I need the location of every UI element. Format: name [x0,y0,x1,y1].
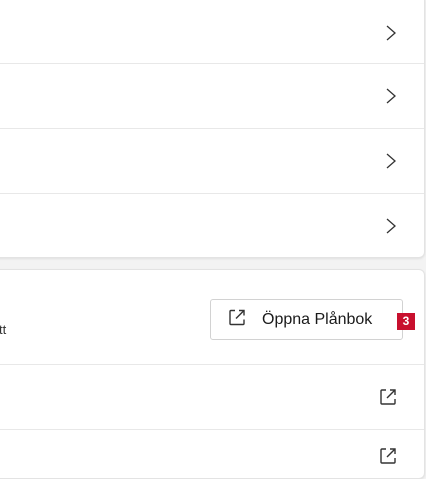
external-link-icon [378,446,398,466]
settings-row-1[interactable] [0,1,424,64]
settings-card [0,0,425,258]
chevron-right-icon [384,87,398,105]
wallet-row: tt Öppna Plånbok [0,270,424,364]
settings-row-2[interactable] [0,64,424,128]
external-link-icon [227,307,247,332]
chevron-right-icon [384,217,398,235]
settings-row-3[interactable] [0,129,424,193]
external-link-row-2[interactable] [0,430,424,478]
chevron-right-icon [384,24,398,42]
wallet-card: tt Öppna Plånbok [0,269,425,479]
external-link-icon [378,387,398,407]
settings-row-4[interactable] [0,194,424,257]
external-link-row-1[interactable] [0,365,424,429]
wallet-description: tt [0,322,7,337]
annotation-badge: 3 [397,313,415,330]
open-wallet-label: Öppna Plånbok [262,311,373,328]
chevron-right-icon [384,152,398,170]
open-wallet-button[interactable]: Öppna Plånbok [210,299,403,340]
